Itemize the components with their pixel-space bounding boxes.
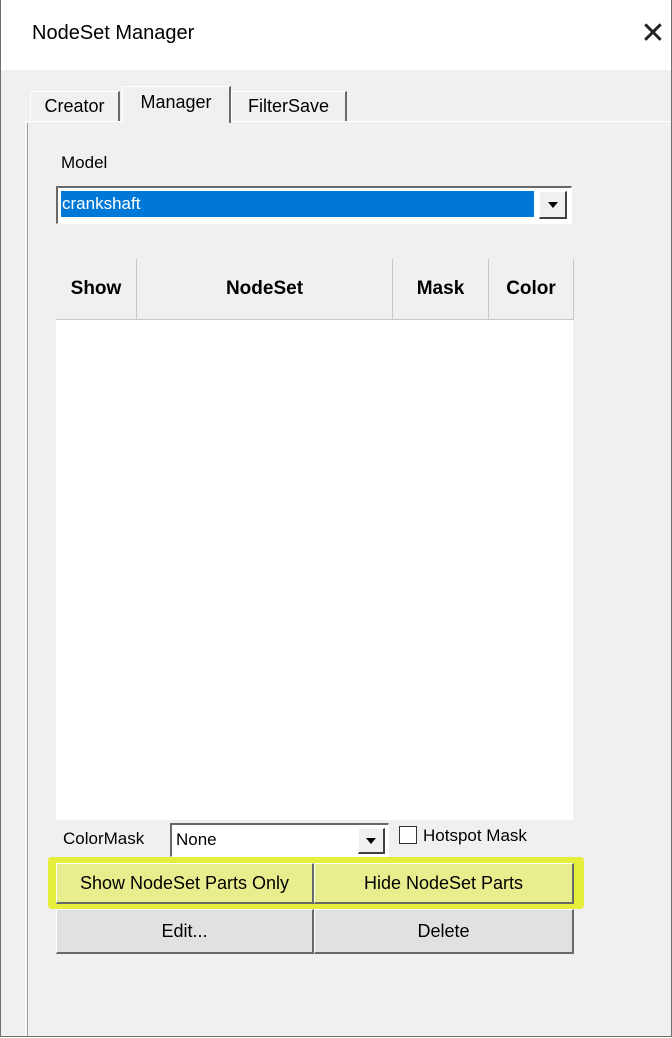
nodeset-table[interactable]: Show NodeSet Mask Color — [56, 259, 574, 820]
hotspot-mask-checkbox[interactable] — [399, 826, 417, 844]
model-combobox[interactable]: crankshaft — [56, 186, 572, 224]
tab-creator[interactable]: Creator — [30, 91, 120, 121]
edit-button[interactable]: Edit... — [56, 909, 314, 954]
show-nodeset-parts-only-button[interactable]: Show NodeSet Parts Only — [56, 863, 314, 904]
colormask-label: ColorMask — [63, 829, 145, 848]
column-header-mask[interactable]: Mask — [393, 259, 489, 320]
hotspot-mask-label: Hotspot Mask — [423, 826, 527, 845]
tab-filtersave[interactable]: FilterSave — [231, 91, 347, 121]
nodeset-manager-window: NodeSet Manager ✕ Creator Manager Filter… — [0, 0, 672, 1037]
close-icon[interactable]: ✕ — [635, 16, 671, 52]
column-header-nodeset[interactable]: NodeSet — [137, 259, 393, 320]
tab-filtersave-label: FilterSave — [247, 96, 330, 116]
panel-left-border — [25, 121, 26, 1036]
chevron-down-icon — [547, 201, 558, 208]
tab-creator-label: Creator — [44, 96, 105, 116]
column-header-show[interactable]: Show — [56, 259, 137, 320]
window-title: NodeSet Manager — [32, 22, 195, 44]
title-bar: NodeSet Manager ✕ — [1, 0, 671, 70]
model-label: Model — [61, 153, 108, 172]
tab-manager-label: Manager — [140, 92, 212, 112]
chevron-down-icon — [366, 837, 376, 844]
hide-nodeset-parts-button[interactable]: Hide NodeSet Parts — [314, 863, 574, 904]
colormask-selected-value: None — [176, 830, 217, 849]
panel-left-shadow — [27, 123, 28, 1036]
tab-manager[interactable]: Manager — [122, 86, 231, 123]
column-header-color[interactable]: Color — [489, 259, 574, 320]
colormask-dropdown-button[interactable] — [358, 828, 385, 854]
model-dropdown-button[interactable] — [539, 191, 567, 219]
colormask-combobox[interactable]: None — [170, 823, 389, 857]
delete-button[interactable]: Delete — [314, 909, 574, 954]
model-selected-value: crankshaft — [61, 191, 534, 217]
